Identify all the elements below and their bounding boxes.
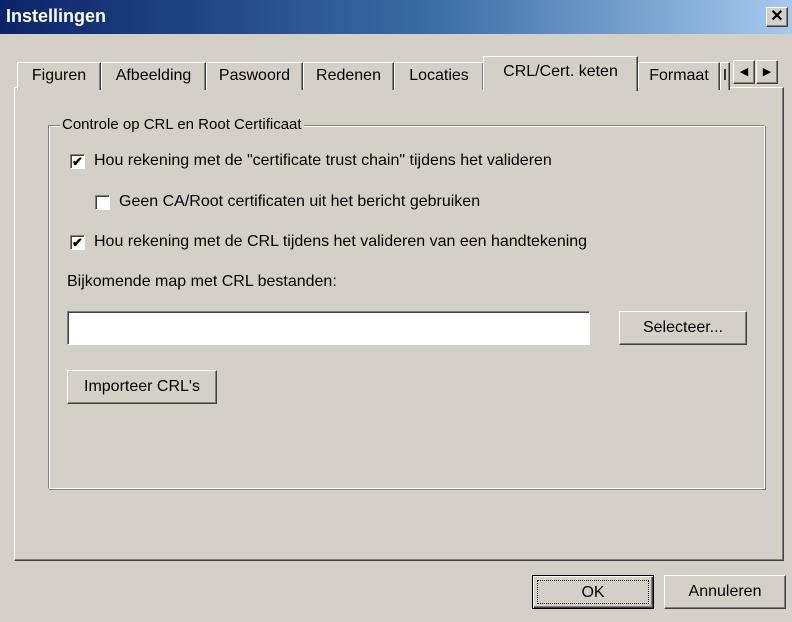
close-icon: ✕	[770, 8, 784, 25]
arrow-left-icon: ◀	[739, 66, 749, 78]
tab-figuren[interactable]: Figuren	[17, 62, 101, 90]
trust-chain-checkbox-label: Hou rekening met de "certificate trust c…	[94, 152, 552, 169]
title-bar: Instellingen ✕	[0, 0, 792, 34]
ok-button-label: OK	[537, 580, 649, 604]
crl-checkbox-row[interactable]: ✔ Hou rekening met de CRL tijdens het va…	[70, 233, 587, 251]
no-ca-root-checkbox[interactable]	[95, 194, 110, 210]
tab-scroll-right-button[interactable]: ▶	[756, 60, 778, 84]
trust-chain-checkbox[interactable]: ✔	[70, 153, 85, 169]
ok-button[interactable]: OK	[532, 575, 654, 609]
no-ca-root-checkbox-label: Geen CA/Root certificaten uit het berich…	[119, 193, 481, 210]
crl-groupbox	[48, 125, 765, 489]
tab-locaties[interactable]: Locaties	[394, 62, 484, 90]
tab-afbeelding[interactable]: Afbeelding	[101, 62, 206, 90]
trust-chain-checkbox-row[interactable]: ✔ Hou rekening met de "certificate trust…	[70, 152, 552, 170]
groupbox-legend: Controle op CRL en Root Certificaat	[60, 116, 304, 133]
crl-folder-label: Bijkomende map met CRL bestanden:	[67, 273, 337, 290]
tab-formaat[interactable]: Formaat	[638, 62, 720, 90]
crl-checkbox[interactable]: ✔	[70, 234, 85, 250]
cancel-button[interactable]: Annuleren	[664, 575, 786, 609]
crl-folder-input[interactable]	[67, 311, 590, 345]
tab-crl-cert-keten[interactable]: CRL/Cert. keten	[483, 56, 638, 91]
select-folder-button[interactable]: Selecteer...	[619, 311, 747, 345]
tab-paswoord[interactable]: Paswoord	[206, 62, 303, 90]
import-crl-button[interactable]: Importeer CRL's	[67, 370, 217, 404]
crl-checkbox-label: Hou rekening met de CRL tijdens het vali…	[94, 233, 588, 250]
tab-redenen[interactable]: Redenen	[303, 62, 394, 90]
tab-scroll-left-button[interactable]: ◀	[733, 60, 755, 84]
window-title: Instellingen	[6, 6, 107, 26]
no-ca-root-checkbox-row[interactable]: Geen CA/Root certificaten uit het berich…	[95, 193, 480, 211]
tab-partial[interactable]: I	[720, 62, 730, 90]
arrow-right-icon: ▶	[762, 66, 772, 78]
close-button[interactable]: ✕	[766, 7, 788, 27]
